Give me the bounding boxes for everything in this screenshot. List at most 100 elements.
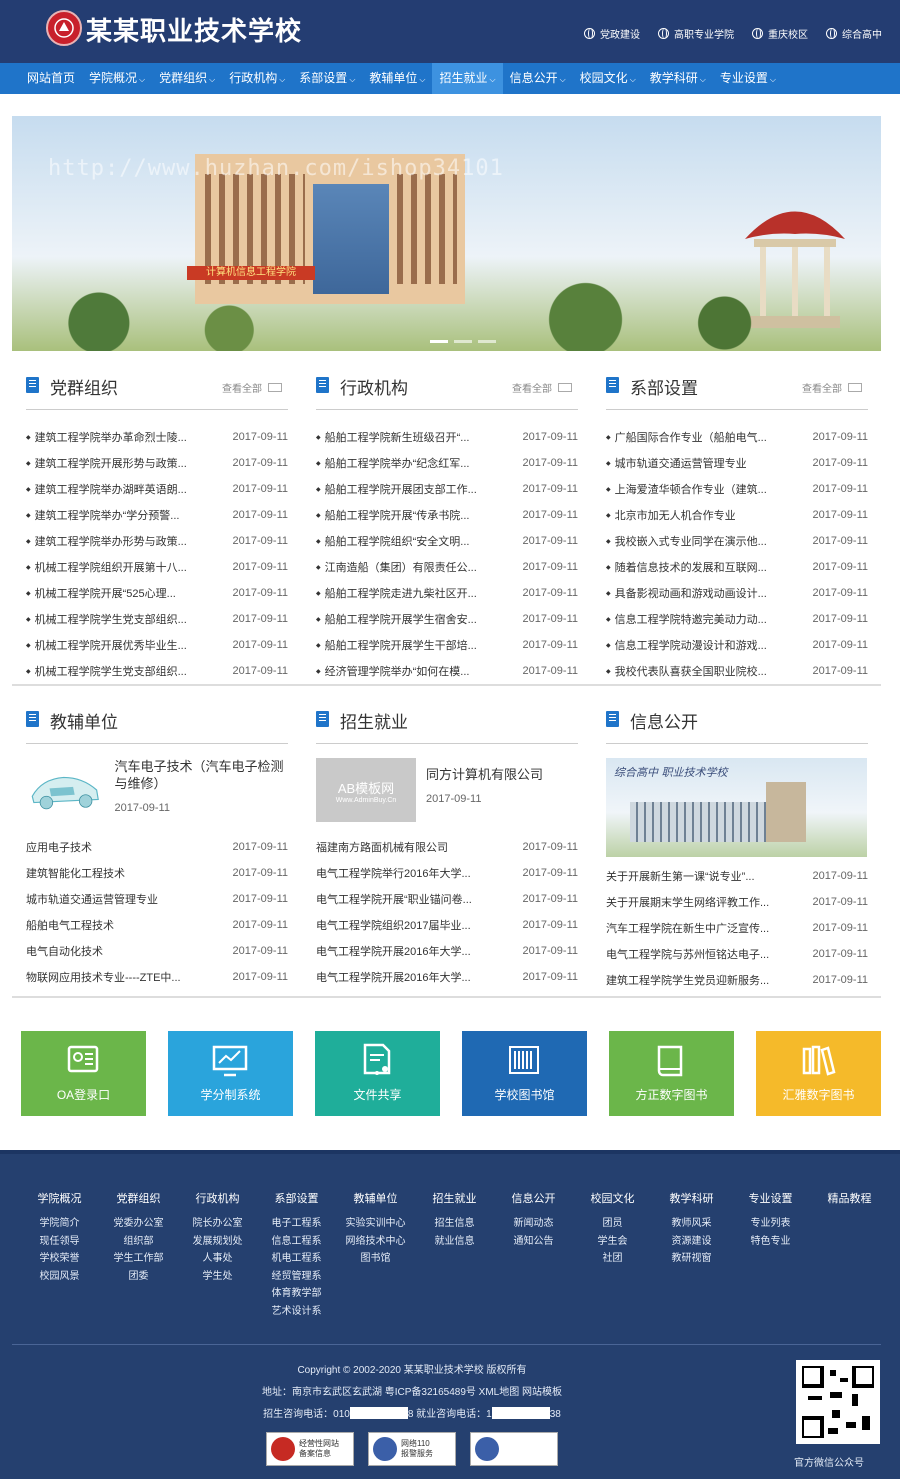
list-item-title[interactable]: 机械工程学院学生党支部组织... <box>26 663 206 679</box>
list-item[interactable]: 关于开展期末学生网络评教工作... 2017-09-11 <box>606 889 868 915</box>
list-item[interactable]: 广船国际合作专业（船舶电气... 2017-09-11 <box>606 424 868 450</box>
list-item[interactable]: 建筑工程学院举办形势与政策... 2017-09-11 <box>26 528 288 554</box>
list-item-title[interactable]: 我校嵌入式专业同学在演示他... <box>606 533 786 549</box>
list-item[interactable]: 船舶工程学院组织“安全文明... 2017-09-11 <box>316 528 578 554</box>
list-item[interactable]: 船舶工程学院新生班级召开“... 2017-09-11 <box>316 424 578 450</box>
list-item[interactable]: 建筑工程学院举办湖畔英语朗... 2017-09-11 <box>26 476 288 502</box>
footer-link[interactable]: 人事处 <box>178 1250 257 1268</box>
list-item[interactable]: 电气工程学院组织2017届毕业... 2017-09-11 <box>316 912 578 938</box>
quick-link-tile[interactable]: 文件共享 <box>315 1031 440 1116</box>
nav-item[interactable]: 学院概况 ⌵ <box>82 63 152 94</box>
list-item[interactable]: 建筑工程学院举办“学分预警... 2017-09-11 <box>26 502 288 528</box>
footer-link[interactable]: 就业信息 <box>415 1233 494 1251</box>
list-item[interactable]: 信息工程学院特邀完美动力动... 2017-09-11 <box>606 606 868 632</box>
nav-item[interactable]: 行政机构 ⌵ <box>222 63 292 94</box>
list-item[interactable]: 船舶电气工程技术 2017-09-11 <box>26 912 288 938</box>
footer-link[interactable]: 通知公告 <box>494 1233 573 1251</box>
section-title[interactable]: 党群组织 <box>50 374 118 399</box>
footer-link[interactable]: 校园风景 <box>20 1268 99 1286</box>
list-item-title[interactable]: 应用电子技术 <box>26 839 206 855</box>
list-item-title[interactable]: 汽车工程学院在新生中广泛宣传... <box>606 920 786 936</box>
list-item-title[interactable]: 船舶工程学院开展“传承书院... <box>316 507 496 523</box>
list-item-title[interactable]: 建筑工程学院开展形势与政策... <box>26 455 206 471</box>
list-item[interactable]: 我校代表队喜获全国职业院校... 2017-09-11 <box>606 658 868 684</box>
list-item-title[interactable]: 建筑工程学院举办形势与政策... <box>26 533 206 549</box>
certification-badge[interactable]: 经营性网站 备案信息 <box>266 1432 354 1466</box>
footer-column-heading[interactable]: 校园文化 <box>573 1190 652 1206</box>
list-item[interactable]: 电气工程学院开展2016年大学... 2017-09-11 <box>316 964 578 990</box>
list-item[interactable]: 电气工程学院开展2016年大学... 2017-09-11 <box>316 938 578 964</box>
list-item[interactable]: 建筑工程学院学生党员迎新服务... 2017-09-11 <box>606 967 868 993</box>
list-item-title[interactable]: 电气工程学院开展2016年大学... <box>316 943 496 959</box>
list-item[interactable]: 电气工程学院与苏州恒铭达电子... 2017-09-11 <box>606 941 868 967</box>
list-item[interactable]: 江南造船（集团）有限责任公... 2017-09-11 <box>316 554 578 580</box>
footer-link[interactable]: 图书馆 <box>336 1250 415 1268</box>
hero-banner[interactable]: 计算机信息工程学院 http://www.huzhan.com/ishop341… <box>12 116 881 351</box>
footer-link[interactable]: 学院简介 <box>20 1215 99 1233</box>
list-item-title[interactable]: 建筑工程学院举办革命烈士陵... <box>26 429 206 445</box>
footer-column-heading[interactable]: 信息公开 <box>494 1190 573 1206</box>
list-item-title[interactable]: 船舶工程学院举办“纪念红军... <box>316 455 496 471</box>
campus-image[interactable]: 综合高中 职业技术学校 <box>606 758 867 857</box>
list-item[interactable]: 船舶工程学院开展团支部工作... 2017-09-11 <box>316 476 578 502</box>
list-item[interactable]: 建筑工程学院开展形势与政策... 2017-09-11 <box>26 450 288 476</box>
footer-link[interactable]: 新闻动态 <box>494 1215 573 1233</box>
featured-item[interactable]: AB模板网 Www.AdminBuy.Cn 同方计算机有限公司 2017-09-… <box>316 758 578 834</box>
footer-column-heading[interactable]: 精品教程 <box>810 1190 889 1206</box>
list-item[interactable]: 船舶工程学院开展学生干部培... 2017-09-11 <box>316 632 578 658</box>
list-item[interactable]: 应用电子技术 2017-09-11 <box>26 834 288 860</box>
list-item[interactable]: 经济管理学院举办“如何在模... 2017-09-11 <box>316 658 578 684</box>
list-item[interactable]: 具备影视动画和游戏动画设计... 2017-09-11 <box>606 580 868 606</box>
list-item-title[interactable]: 建筑智能化工程技术 <box>26 865 206 881</box>
list-item-title[interactable]: 信息工程学院特邀完美动力动... <box>606 611 786 627</box>
list-item-title[interactable]: 经济管理学院举办“如何在模... <box>316 663 496 679</box>
view-all-link[interactable]: 查看全部 <box>802 380 862 395</box>
list-item-title[interactable]: 建筑工程学院学生党员迎新服务... <box>606 972 786 988</box>
list-item-title[interactable]: 电气工程学院组织2017届毕业... <box>316 917 496 933</box>
list-item-title[interactable]: 机械工程学院开展“525心理... <box>26 585 206 601</box>
list-item-title[interactable]: 福建南方路面机械有限公司 <box>316 839 496 855</box>
nav-item[interactable]: 专业设置 ⌵ <box>713 63 783 94</box>
list-item[interactable]: 建筑智能化工程技术 2017-09-11 <box>26 860 288 886</box>
footer-link[interactable]: 组织部 <box>99 1233 178 1251</box>
section-title[interactable]: 系部设置 <box>630 374 698 399</box>
footer-link[interactable]: 团员 <box>573 1215 652 1233</box>
list-item-title[interactable]: 船舶工程学院开展团支部工作... <box>316 481 496 497</box>
list-item[interactable]: 船舶工程学院开展“传承书院... 2017-09-11 <box>316 502 578 528</box>
list-item[interactable]: 关于开展新生第一课“说专业”... 2017-09-11 <box>606 863 868 889</box>
list-item-title[interactable]: 广船国际合作专业（船舶电气... <box>606 429 786 445</box>
footer-link[interactable]: 学生会 <box>573 1233 652 1251</box>
footer-link[interactable]: 教研视窗 <box>652 1250 731 1268</box>
list-item-title[interactable]: 船舶工程学院新生班级召开“... <box>316 429 496 445</box>
certification-badge[interactable]: 网络110 报警服务 <box>368 1432 456 1466</box>
section-title[interactable]: 行政机构 <box>340 374 408 399</box>
top-link-party[interactable]: 党政建设 <box>584 26 640 41</box>
section-title[interactable]: 信息公开 <box>630 708 698 733</box>
carousel-dot-2[interactable] <box>454 340 472 343</box>
footer-column-heading[interactable]: 系部设置 <box>257 1190 336 1206</box>
footer-link[interactable]: 实验实训中心 <box>336 1215 415 1233</box>
list-item[interactable]: 机械工程学院开展“525心理... 2017-09-11 <box>26 580 288 606</box>
list-item-title[interactable]: 电气自动化技术 <box>26 943 206 959</box>
list-item-title[interactable]: 电气工程学院开展“职业锚问卷... <box>316 891 496 907</box>
list-item-title[interactable]: 江南造船（集团）有限责任公... <box>316 559 496 575</box>
quick-link-tile[interactable]: 汇雅数字图书 <box>756 1031 881 1116</box>
list-item[interactable]: 电气工程学院举行2016年大学... 2017-09-11 <box>316 860 578 886</box>
list-item-title[interactable]: 机械工程学院开展优秀毕业生... <box>26 637 206 653</box>
list-item-title[interactable]: 关于开展新生第一课“说专业”... <box>606 868 786 884</box>
list-item[interactable]: 物联网应用技术专业----ZTE中... 2017-09-11 <box>26 964 288 990</box>
list-item[interactable]: 福建南方路面机械有限公司 2017-09-11 <box>316 834 578 860</box>
list-item-title[interactable]: 具备影视动画和游戏动画设计... <box>606 585 786 601</box>
nav-item[interactable]: 教学科研 ⌵ <box>643 63 713 94</box>
footer-link[interactable]: 艺术设计系 <box>257 1303 336 1321</box>
list-item-title[interactable]: 船舶电气工程技术 <box>26 917 206 933</box>
footer-link[interactable]: 经贸管理系 <box>257 1268 336 1286</box>
footer-link[interactable]: 教师风采 <box>652 1215 731 1233</box>
certification-badge[interactable] <box>470 1432 558 1466</box>
footer-column-heading[interactable]: 行政机构 <box>178 1190 257 1206</box>
footer-column-heading[interactable]: 学院概况 <box>20 1190 99 1206</box>
list-item-title[interactable]: 船舶工程学院开展学生干部培... <box>316 637 496 653</box>
footer-link[interactable]: 机电工程系 <box>257 1250 336 1268</box>
nav-item[interactable]: 党群组织 ⌵ <box>152 63 222 94</box>
footer-column-heading[interactable]: 专业设置 <box>731 1190 810 1206</box>
